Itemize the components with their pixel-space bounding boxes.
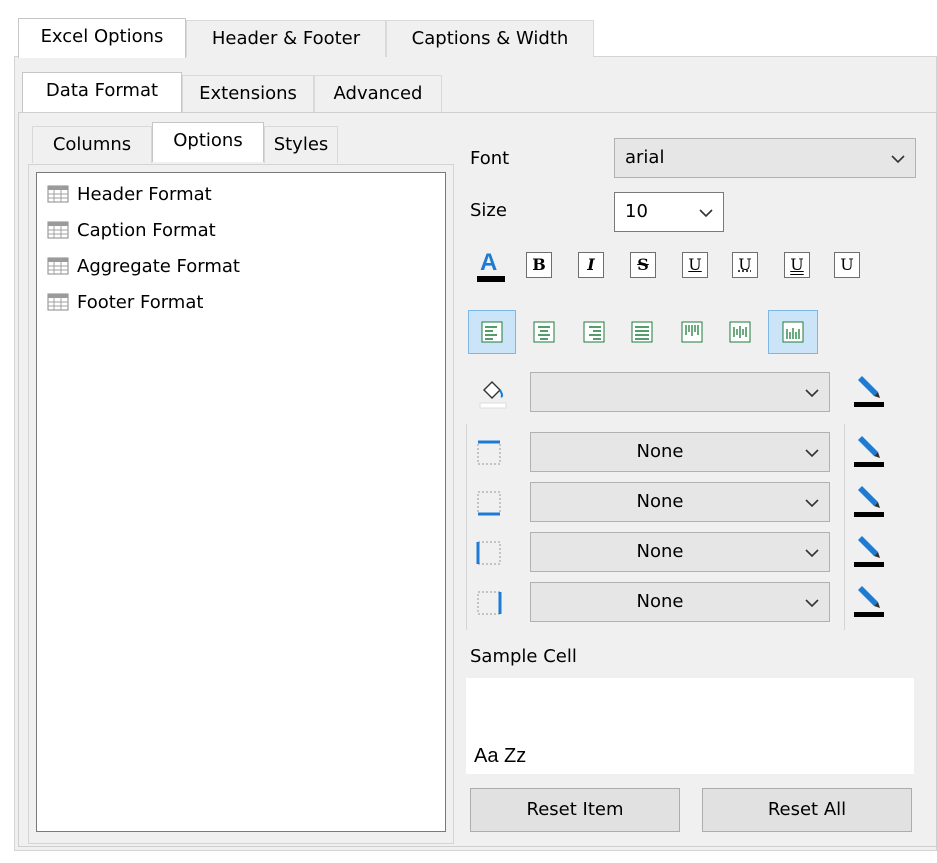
chevron-down-icon [891,155,905,164]
underline-single-accounting-button[interactable]: U [732,252,758,278]
font-select[interactable]: arial [614,138,916,178]
border-top-value: None [636,441,684,462]
border-right-select[interactable]: None [530,582,830,622]
list-item[interactable]: Aggregate Format [47,251,240,281]
align-right-button[interactable] [572,310,616,354]
size-value: 10 [625,201,648,222]
align-justify-button[interactable] [620,310,664,354]
tab-extensions[interactable]: Extensions [182,75,314,112]
border-left-value: None [636,541,684,562]
reset-item-button[interactable]: Reset Item [470,788,680,832]
fill-color-select[interactable] [530,372,830,412]
border-bottom-value: None [636,491,684,512]
tab-advanced[interactable]: Advanced [314,75,442,112]
table-format-icon [47,221,69,239]
border-left-select[interactable]: None [530,532,830,572]
border-left-icon [476,540,502,571]
underline-single-button[interactable]: U [682,252,708,278]
list-item[interactable]: Caption Format [47,215,216,245]
align-center-icon [533,321,555,343]
table-format-icon [47,257,69,275]
list-item-label: Header Format [77,183,212,205]
tab-data-format[interactable]: Data Format [22,72,182,112]
underline-double-accounting-button[interactable]: U [834,252,860,278]
list-item-label: Footer Format [77,291,204,313]
valign-bottom-icon [782,321,804,343]
tab-header-footer[interactable]: Header & Footer [186,20,386,57]
fill-color-icon [476,376,510,410]
list-item[interactable]: Header Format [47,179,212,209]
border-right-value: None [636,591,684,612]
format-list[interactable]: Header Format Caption Format Aggregate F… [36,172,446,832]
chevron-down-icon [805,499,819,508]
border-top-color-icon[interactable] [852,434,886,468]
pen-color-icon[interactable] [852,374,886,408]
valign-top-icon [681,321,703,343]
bold-button[interactable]: B [526,252,552,278]
size-label: Size [470,200,507,221]
font-label: Font [470,148,510,169]
valign-middle-button[interactable] [718,310,762,354]
sample-cell-preview: Aa Zz [466,678,914,774]
border-top-icon [476,440,502,471]
border-bottom-select[interactable]: None [530,482,830,522]
font-color-icon: A [477,249,505,282]
table-format-icon [47,293,69,311]
align-left-icon [481,321,503,343]
italic-button[interactable]: I [578,252,604,278]
align-left-button[interactable] [468,310,516,354]
valign-bottom-button[interactable] [768,310,818,354]
underline-double-button[interactable]: U [784,252,810,278]
list-item-label: Caption Format [77,219,216,241]
chevron-down-icon [805,599,819,608]
strikethrough-button[interactable]: S [630,252,656,278]
valign-top-button[interactable] [670,310,714,354]
align-right-icon [583,321,605,343]
sample-cell-label: Sample Cell [470,646,577,667]
valign-middle-icon [729,321,751,343]
border-left-color-icon[interactable] [852,534,886,568]
chevron-down-icon [805,389,819,398]
align-justify-icon [631,321,653,343]
border-bottom-icon [476,490,502,521]
table-format-icon [47,185,69,203]
border-right-color-icon[interactable] [852,584,886,618]
svg-text:A: A [480,249,497,276]
font-color-button[interactable]: A [474,246,508,286]
chevron-down-icon [699,209,713,218]
tab-captions-width[interactable]: Captions & Width [386,20,594,57]
reset-all-button[interactable]: Reset All [702,788,912,832]
font-value: arial [625,147,665,168]
border-bottom-color-icon[interactable] [852,484,886,518]
align-center-button[interactable] [522,310,566,354]
list-item[interactable]: Footer Format [47,287,203,317]
sample-cell-text: Aa Zz [474,745,527,767]
tab-options[interactable]: Options [152,122,264,162]
chevron-down-icon [805,449,819,458]
tab-styles[interactable]: Styles [264,126,338,163]
tab-excel-options[interactable]: Excel Options [18,18,186,58]
tab-columns[interactable]: Columns [32,126,152,163]
size-select[interactable]: 10 [614,192,724,232]
border-right-icon [476,590,502,621]
list-item-label: Aggregate Format [77,255,240,277]
border-top-select[interactable]: None [530,432,830,472]
chevron-down-icon [805,549,819,558]
